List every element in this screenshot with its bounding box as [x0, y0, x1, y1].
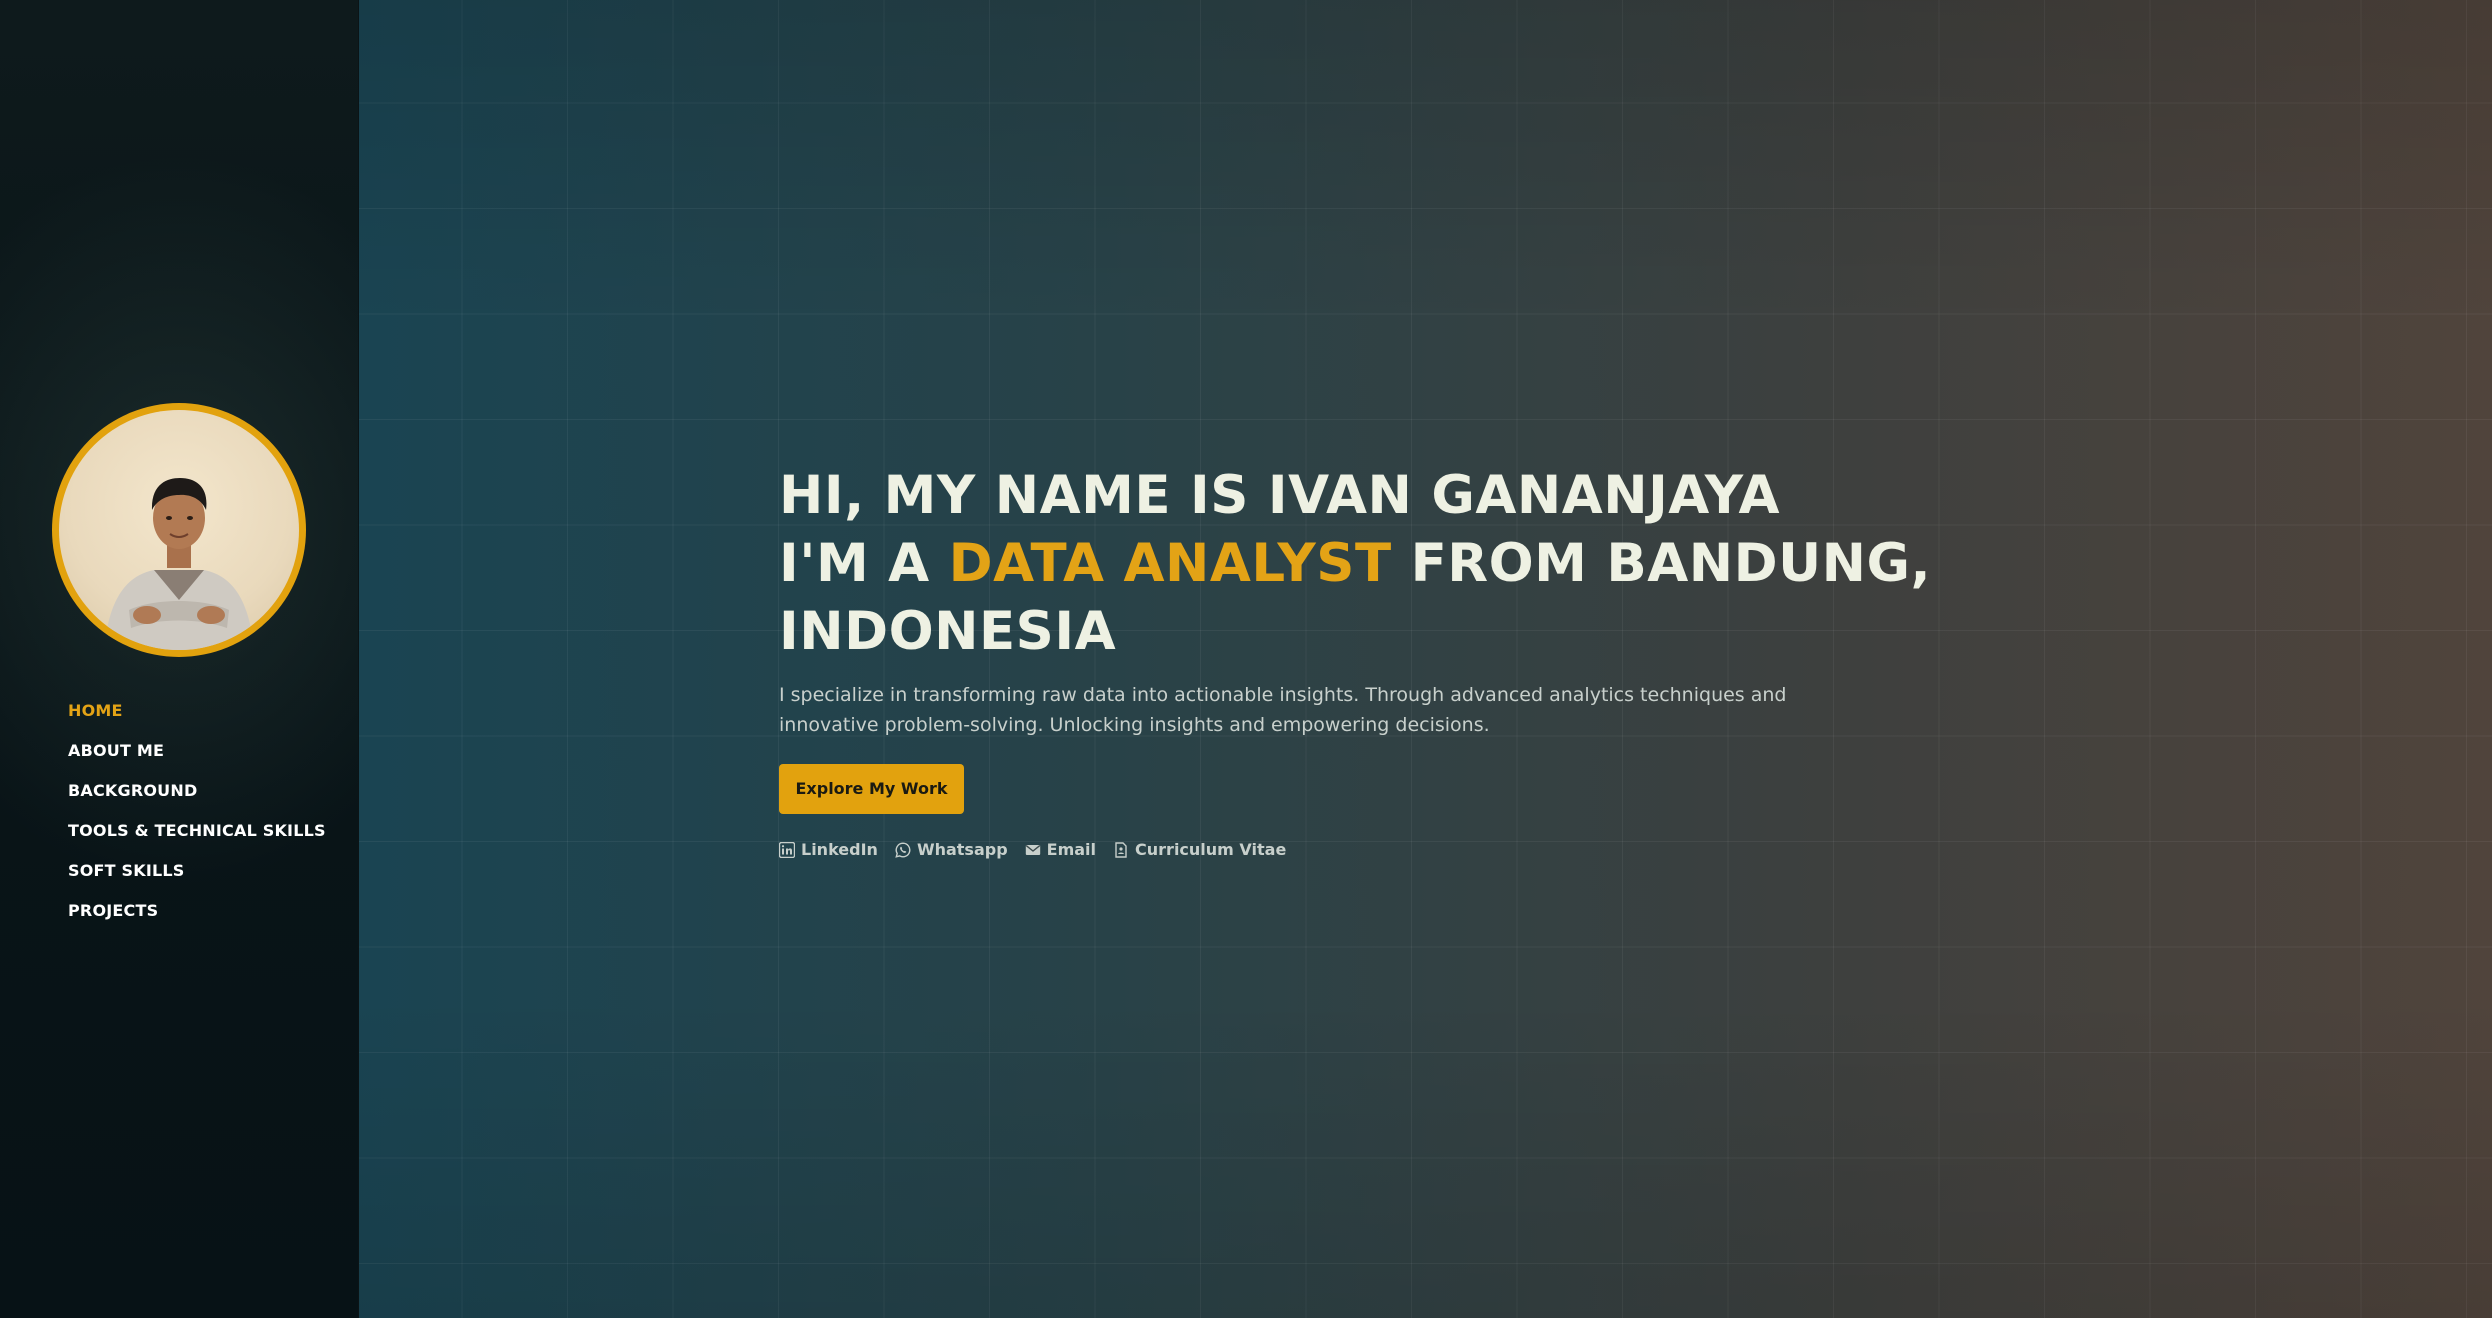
nav-item-about-me[interactable]: ABOUT ME — [68, 730, 326, 770]
profile-photo-frame — [52, 403, 306, 657]
document-icon — [1115, 841, 1127, 858]
whatsapp-icon — [895, 841, 911, 858]
hero-headline: HI, MY NAME IS IVAN GANANJAYA I'M A DATA… — [779, 462, 1979, 666]
whatsapp-label: Whatsapp — [916, 840, 1008, 859]
curriculum-vitae-link[interactable]: Curriculum Vitae — [1113, 840, 1286, 859]
nav-item-soft-skills[interactable]: SOFT SKILLS — [68, 850, 326, 890]
email-label: Email — [1046, 840, 1097, 859]
hero-description: I specialize in transforming raw data in… — [779, 684, 1787, 736]
linkedin-link[interactable]: LinkedIn — [779, 840, 878, 859]
headline-line-2-suffix: FROM BANDUNG, — [1391, 533, 1932, 594]
linkedin-icon — [779, 841, 795, 858]
hero-section: HI, MY NAME IS IVAN GANANJAYA I'M A DATA… — [359, 0, 2492, 1318]
linkedin-label: LinkedIn — [801, 840, 878, 859]
nav-item-projects[interactable]: PROJECTS — [68, 890, 326, 930]
nav-item-background[interactable]: BACKGROUND — [68, 770, 326, 810]
whatsapp-link[interactable]: Whatsapp — [895, 840, 1008, 859]
explore-my-work-button[interactable]: Explore My Work — [779, 764, 964, 814]
headline-line-2-prefix: I'M A — [779, 533, 949, 594]
curriculum-vitae-label: Curriculum Vitae — [1135, 840, 1287, 859]
headline-role-highlight: DATA ANALYST — [948, 533, 1392, 594]
headline-line-3: INDONESIA — [779, 601, 1117, 662]
sidebar-nav: HOME ABOUT ME BACKGROUND TOOLS & TECHNIC… — [68, 690, 326, 930]
email-link[interactable]: Email — [1025, 840, 1096, 859]
sidebar: HOME ABOUT ME BACKGROUND TOOLS & TECHNIC… — [0, 0, 359, 1318]
email-icon — [1025, 844, 1040, 855]
headline-line-1: HI, MY NAME IS IVAN GANANJAYA — [779, 465, 1781, 526]
nav-item-home[interactable]: HOME — [68, 690, 326, 730]
nav-item-tools-technical-skills[interactable]: TOOLS & TECHNICAL SKILLS — [68, 810, 326, 850]
profile-photo — [59, 410, 299, 650]
contact-links: LinkedIn Whatsapp Email Curriculum Vitae — [779, 840, 1979, 859]
person-illustration — [104, 478, 254, 650]
hero-content: HI, MY NAME IS IVAN GANANJAYA I'M A DATA… — [779, 462, 1979, 859]
